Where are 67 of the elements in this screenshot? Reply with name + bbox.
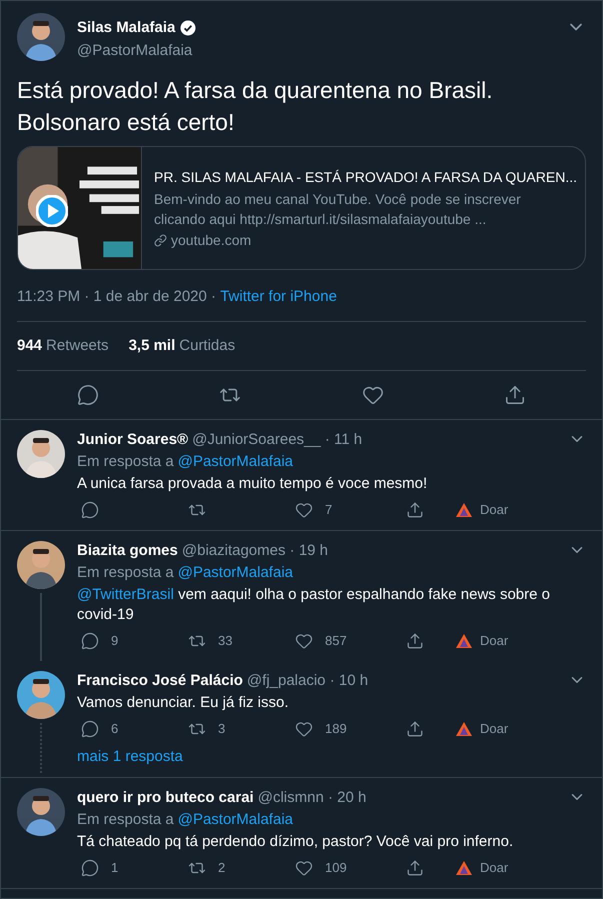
user-name[interactable]: Biazita gomes (77, 541, 178, 561)
card-description: Bem-vindo ao meu canal YouTube. Você pode se inscrever clicando aqui http://smarturl.it/silasmalafaiayoutube ... (154, 190, 522, 229)
stat-count[interactable]: 944 (17, 334, 42, 357)
action-count: 9 (111, 632, 118, 650)
mention-link[interactable]: @PastorMalafaia (178, 810, 293, 830)
action-count: 109 (325, 859, 347, 878)
tweet-text: Está provado! A farsa da quarentena no Brasil. Bolsonaro está certo! (17, 76, 494, 137)
author-name[interactable]: Silas Malafaia (77, 17, 176, 40)
author-handle: @PastorMalafaia (77, 40, 194, 60)
action-count: 33 (218, 632, 232, 650)
share-icon[interactable] (504, 384, 526, 406)
action-count: 6 (111, 720, 118, 738)
donate-link[interactable]: Doar (480, 719, 508, 739)
reply-icon[interactable] (81, 501, 99, 519)
user-handle: @fj_palacio · 10 h (246, 671, 368, 691)
user-name[interactable]: quero ir pro buteco carai (77, 788, 254, 808)
heart-icon[interactable] (362, 384, 384, 406)
triangle-icon[interactable] (456, 722, 472, 736)
triangle-icon[interactable] (456, 634, 472, 648)
link-card[interactable]: PR. SILAS MALAFAIA - ESTÁ PROVADO! A FARSA DA QUAREN... Bem-vindo ao meu canal YouTube. Você pode se inscrever clicando aqui http://smarturl.it/silasmalafaiayoutube ... youtube.com (17, 146, 586, 270)
reply-icon[interactable] (81, 720, 99, 738)
action-count: 1 (111, 859, 118, 878)
reply-context: Em resposta a (77, 563, 174, 583)
link-icon (154, 234, 167, 246)
stat-count[interactable]: 3,5 mil (128, 334, 176, 357)
reply-text: @TwitterBrasil vem aaqui! olha o pastor espalhando fake news sobre o covid-19 (77, 585, 551, 625)
user-handle: @biazitagomes · 19 h (182, 541, 328, 561)
action-count: 7 (325, 501, 332, 520)
mention-link[interactable]: @PastorMalafaia (178, 563, 293, 583)
share-icon[interactable] (406, 501, 424, 519)
donate-link[interactable]: Doar (480, 631, 508, 651)
reply-context: Em resposta a (77, 810, 174, 830)
stat-label[interactable]: Retweets (46, 334, 109, 357)
action-count: 189 (325, 720, 347, 738)
reply-text: A unica farsa provada a muito tempo é voce mesmo! (77, 474, 428, 494)
triangle-icon[interactable] (456, 861, 472, 875)
user-handle: @JuniorSoarees__ · 11 h (192, 430, 362, 450)
user-name[interactable]: Francisco José Palácio (77, 671, 243, 691)
more-replies-link[interactable]: mais 1 resposta (77, 748, 183, 765)
heart-icon[interactable] (295, 720, 313, 738)
action-count: 2 (218, 859, 226, 878)
donate-link[interactable]: Doar (480, 858, 508, 878)
play-icon[interactable] (36, 195, 68, 227)
reply-icon[interactable] (81, 632, 99, 650)
share-icon[interactable] (406, 720, 424, 738)
reply-icon[interactable] (77, 384, 100, 406)
reply-context: Em resposta a (77, 452, 174, 472)
action-count: 3 (218, 720, 226, 738)
stat-label[interactable]: Curtidas (179, 334, 236, 357)
share-icon[interactable] (406, 859, 424, 877)
reply-text: Tá chateado pq tá perdendo dízimo, pastor? Você vai pro inferno. (77, 832, 514, 852)
heart-icon[interactable] (295, 501, 313, 519)
user-name[interactable]: Junior Soares® (77, 430, 188, 450)
mention-link[interactable]: @TwitterBrasil (77, 586, 174, 603)
timestamp[interactable]: 11:23 PM · 1 de abr de 2020 · (17, 286, 220, 308)
share-icon[interactable] (406, 632, 424, 650)
mention-link[interactable]: @PastorMalafaia (178, 452, 293, 472)
action-count: 857 (325, 632, 347, 650)
triangle-icon[interactable] (456, 503, 472, 517)
donate-link[interactable]: Doar (480, 500, 508, 520)
reply-text: Vamos denunciar. Eu já fiz isso. (77, 693, 290, 713)
source-link[interactable]: Twitter for iPhone (220, 286, 337, 308)
reply-icon[interactable] (81, 859, 99, 877)
heart-icon[interactable] (295, 859, 313, 877)
card-domain: youtube.com (171, 231, 252, 250)
user-handle: @clismnn · 20 h (258, 788, 366, 808)
heart-icon[interactable] (295, 632, 313, 650)
